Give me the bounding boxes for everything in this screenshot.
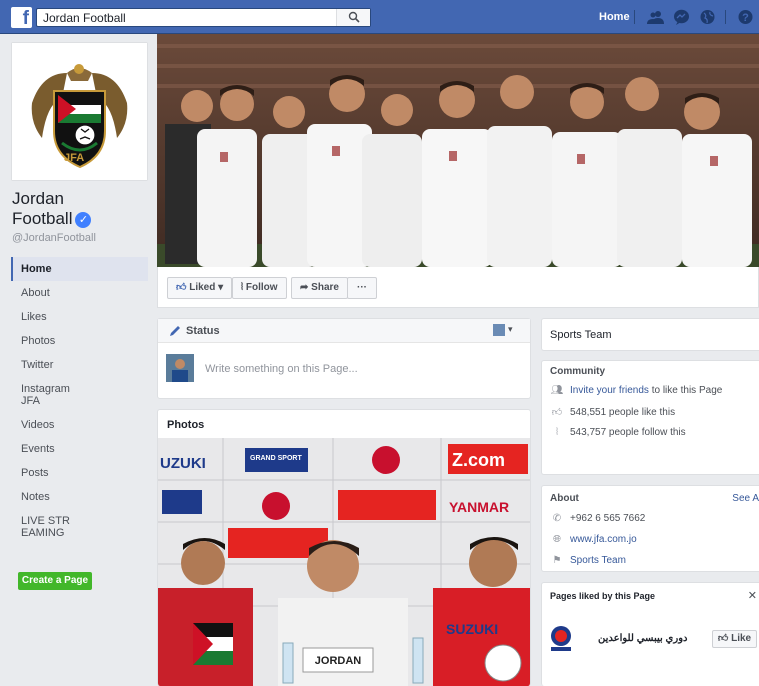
about-title: About	[550, 493, 579, 504]
post-composer: Status ▾ Write something on this Page...	[157, 318, 531, 399]
verified-badge-icon: ✓	[75, 211, 92, 228]
community-card: Community 👥︎ Invite your friends to like …	[541, 360, 759, 475]
page-handle[interactable]: @JordanFootball	[12, 232, 96, 244]
nav-item-likes[interactable]: Likes	[11, 305, 148, 329]
facebook-logo-icon[interactable]: f	[11, 7, 32, 28]
like-page-button[interactable]: 👍︎ Like	[712, 630, 757, 648]
about-card: About See A ✆ +962 6 565 7662 🌐︎ www.jfa.c…	[541, 485, 759, 572]
profile-picture[interactable]: JFA	[11, 42, 148, 181]
top-home-link[interactable]: Home	[599, 11, 630, 23]
likes-count: 548,551 people like this	[570, 407, 676, 418]
composer-avatar	[166, 354, 194, 382]
search-box[interactable]	[36, 8, 371, 27]
friend-requests-icon[interactable]	[647, 9, 664, 25]
divider	[634, 10, 635, 24]
person-photo-icon	[166, 354, 194, 382]
category-row: ⚑ Sports Team	[550, 555, 626, 566]
top-bar: f Home ?	[0, 0, 759, 34]
likes-row: 👍︎ 548,551 people like this	[550, 406, 675, 418]
svg-text:?: ?	[742, 12, 749, 24]
invite-friends-link[interactable]: Invite your friends	[570, 385, 649, 396]
share-button[interactable]: ➦ Share	[291, 277, 348, 299]
divider	[725, 10, 726, 24]
follows-row: ⦚ 543,757 people follow this	[550, 427, 686, 438]
thumbs-up-icon: 👍︎	[551, 407, 563, 418]
nav-item-twitter[interactable]: Twitter	[11, 353, 148, 377]
page-title-line2: Football ✓	[12, 209, 92, 229]
category-card: Sports Team	[541, 318, 759, 351]
photos-header: Photos	[158, 410, 530, 438]
league-logo-icon	[551, 626, 571, 651]
search-input[interactable]	[37, 9, 337, 26]
website-row: 🌐︎ www.jfa.com.jo	[550, 534, 637, 545]
nav-item-home[interactable]: Home	[11, 257, 148, 281]
photos-card: Photos JORDAN UZUKI GRAND SPORT Z.com YA…	[157, 409, 531, 686]
sponsor-text: YANMAR	[449, 499, 509, 515]
see-all-link[interactable]: See A	[732, 493, 759, 504]
composer-header: Status ▾	[158, 319, 530, 343]
globe-notifications-icon[interactable]	[699, 9, 716, 25]
nav-item-about[interactable]: About	[11, 281, 148, 305]
sponsor-text: GRAND SPORT	[250, 455, 302, 462]
follow-button[interactable]: ⦚ Follow	[232, 277, 287, 299]
thumbs-up-icon: 👍︎	[176, 282, 190, 293]
community-title: Community	[550, 366, 605, 377]
pages-liked-title: Pages liked by this Page	[550, 591, 656, 601]
people-icon: 👥︎	[550, 385, 564, 396]
phone-row: ✆ +962 6 565 7662	[550, 513, 646, 524]
liked-button[interactable]: 👍︎ Liked ▾	[167, 277, 233, 299]
pages-liked-card: Pages liked by this Page ✕ دوري بيبسي لل…	[541, 582, 759, 686]
composer-placeholder[interactable]: Write something on this Page...	[205, 363, 358, 375]
page-category[interactable]: Sports Team	[550, 329, 612, 341]
phone-number: +962 6 565 7662	[570, 513, 646, 524]
liked-page-name[interactable]: دوري بيبسي للواعدين	[598, 633, 687, 644]
nav-item-live-streaming[interactable]: LIVE STREAMING	[11, 509, 81, 545]
sponsor-text: UZUKI	[160, 455, 206, 472]
team-photo-image	[157, 34, 759, 267]
phone-icon: ✆	[552, 513, 562, 524]
sponsor-text: Z.com	[452, 450, 505, 470]
chevron-down-icon[interactable]: ▾	[508, 324, 513, 335]
press-conference-photo[interactable]: JORDAN UZUKI GRAND SPORT Z.com YANMAR SU…	[158, 438, 530, 686]
page-avatar-small[interactable]	[493, 324, 505, 336]
nav-item-posts[interactable]: Posts	[11, 461, 148, 485]
sponsor-text: SUZUKI	[446, 621, 498, 637]
nameplate-text: JORDAN	[315, 655, 362, 667]
page-title-line1: Jordan	[12, 189, 64, 208]
share-arrow-icon: ➦	[300, 282, 312, 293]
cover-photo[interactable]	[157, 34, 759, 267]
nav-item-videos[interactable]: Videos	[11, 413, 148, 437]
pencil-icon	[170, 326, 180, 336]
search-button[interactable]	[336, 9, 370, 26]
follows-count: 543,757 people follow this	[570, 427, 686, 438]
messenger-icon[interactable]	[673, 9, 690, 25]
create-page-button[interactable]: Create a Page	[18, 572, 92, 590]
tag-icon: ⚑	[552, 555, 562, 566]
press-photo-image: JORDAN UZUKI GRAND SPORT Z.com YANMAR SU…	[158, 438, 530, 686]
help-icon[interactable]: ?	[737, 9, 754, 25]
photos-title[interactable]: Photos	[167, 419, 204, 431]
more-options-button[interactable]: ···	[347, 277, 377, 299]
nav-item-notes[interactable]: Notes	[11, 485, 148, 509]
globe-icon: 🌐︎	[553, 534, 561, 545]
invite-friends-row: 👥︎ Invite your friends to like this Page	[550, 385, 723, 396]
close-icon[interactable]: ✕	[748, 589, 757, 602]
category-link[interactable]: Sports Team	[570, 555, 626, 566]
invite-text: to like this Page	[651, 385, 723, 396]
chevron-down-icon: ▾	[215, 282, 224, 293]
rss-icon: ⦚	[555, 427, 559, 438]
page-nav: Home About Likes Photos Twitter Instagra…	[11, 257, 148, 545]
page-action-bar: 👍︎ Liked ▾ ⦚ Follow ➦ Share ···	[157, 267, 759, 308]
nav-item-events[interactable]: Events	[11, 437, 148, 461]
thumbs-up-icon: 👍︎	[717, 633, 732, 644]
status-tab[interactable]: Status	[186, 325, 220, 337]
page-title[interactable]: Jordan Football ✓	[12, 189, 92, 229]
website-link[interactable]: www.jfa.com.jo	[570, 534, 637, 545]
logo-caption: JFA	[64, 152, 85, 164]
search-icon	[348, 11, 360, 23]
nav-item-photos[interactable]: Photos	[11, 329, 148, 353]
nav-item-instagram[interactable]: Instagram JFA	[11, 377, 81, 413]
